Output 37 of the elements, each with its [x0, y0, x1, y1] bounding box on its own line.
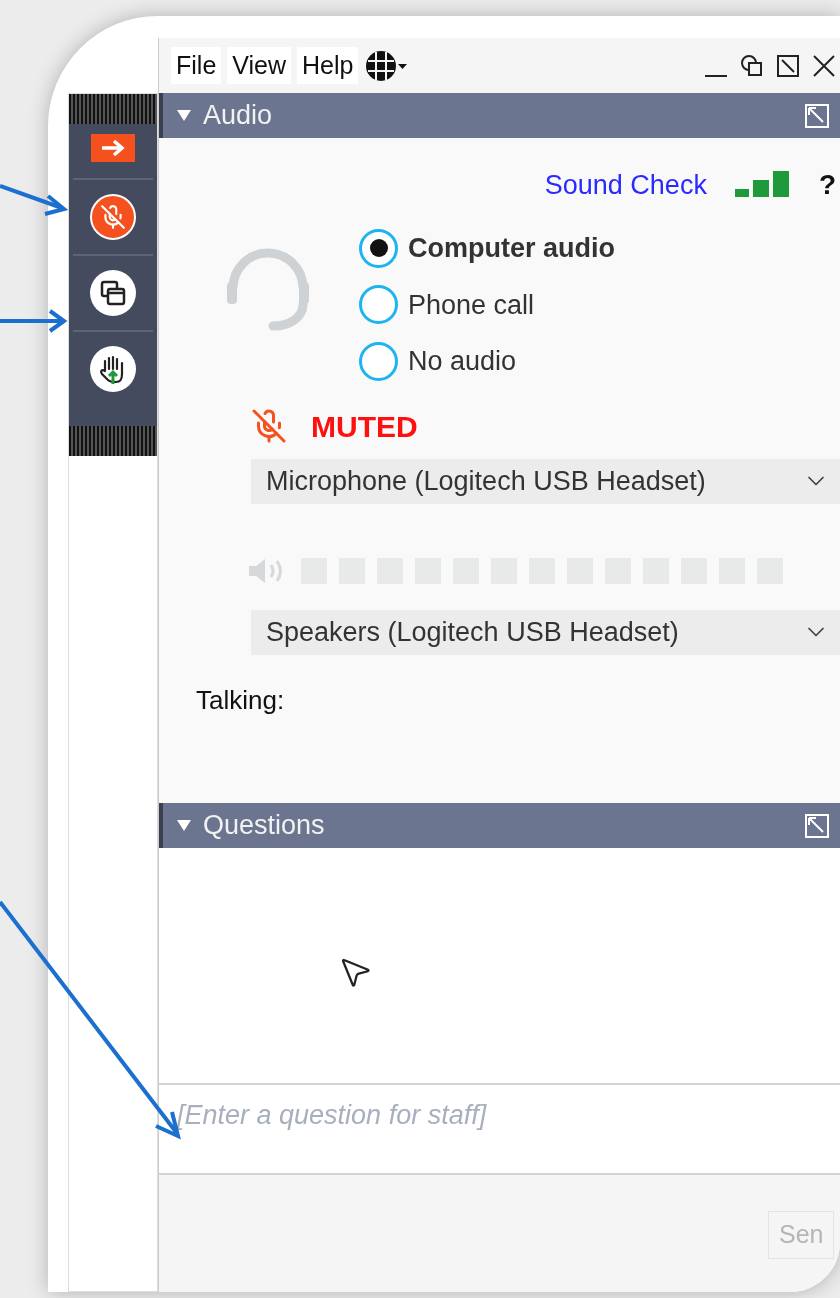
question-input[interactable]: [Enter a question for staff] — [159, 1083, 840, 1175]
menu-item[interactable]: Help — [297, 46, 359, 85]
audio-option-radio[interactable]: No audio — [359, 341, 615, 382]
pointer-arrow — [0, 309, 68, 333]
panel-title: Questions — [203, 809, 325, 843]
grip-handle[interactable] — [69, 94, 157, 124]
device-dropdown[interactable]: Microphone (Logitech USB Headset) — [251, 458, 840, 504]
muted-microphone-icon — [251, 408, 287, 444]
audio-option-radio[interactable]: Computer audio — [359, 228, 615, 269]
collapse-triangle-icon — [177, 819, 191, 832]
audio-option-radio[interactable]: Phone call — [359, 284, 615, 325]
close-icon[interactable] — [812, 53, 836, 78]
menu-item[interactable]: View — [227, 46, 292, 85]
mic-status: MUTED — [311, 408, 418, 445]
talking-label: Talking: — [196, 683, 286, 717]
pop-out-icon[interactable] — [804, 812, 830, 839]
panel-header[interactable]: Questions — [159, 803, 840, 848]
panel-title: Audio — [203, 99, 273, 133]
screen-button[interactable] — [90, 270, 136, 316]
windows-icon — [99, 279, 127, 307]
collapse-triangle-icon — [177, 109, 191, 122]
muted-microphone-icon — [100, 204, 126, 230]
menu-item[interactable]: File — [171, 46, 222, 85]
raise-hand-button[interactable] — [90, 346, 136, 392]
help-mark[interactable]: ? — [818, 164, 836, 206]
grip-handle[interactable] — [69, 426, 157, 456]
pointer-arrow — [0, 184, 69, 216]
signal-bars-icon — [734, 171, 791, 199]
mute-button[interactable] — [90, 194, 136, 240]
panel-header[interactable]: Audio — [159, 93, 840, 138]
pop-out-icon[interactable] — [804, 102, 830, 129]
sound-check-link[interactable]: Sound Check — [544, 164, 707, 206]
maximize-icon[interactable] — [776, 53, 800, 78]
device-dropdown[interactable]: Speakers (Logitech USB Headset) — [251, 609, 840, 655]
restore-icon[interactable] — [740, 53, 764, 78]
arrow-right-icon — [100, 138, 126, 158]
collapse-button[interactable] — [91, 134, 135, 162]
